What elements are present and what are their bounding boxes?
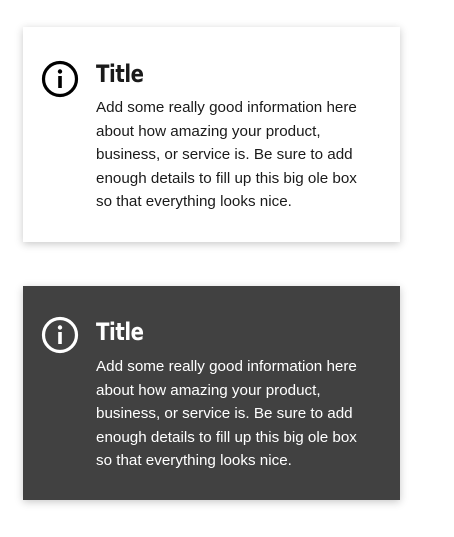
info-circle-icon — [41, 60, 79, 98]
info-circle-icon — [41, 316, 79, 354]
card-description: Add some really good information here ab… — [96, 99, 357, 210]
card-title: Title — [96, 318, 144, 346]
info-card-light: Title Add some really good information h… — [23, 27, 400, 242]
info-card-dark: Title Add some really good information h… — [23, 286, 400, 500]
card-description: Add some really good information here ab… — [96, 358, 357, 469]
card-title: Title — [96, 60, 144, 88]
